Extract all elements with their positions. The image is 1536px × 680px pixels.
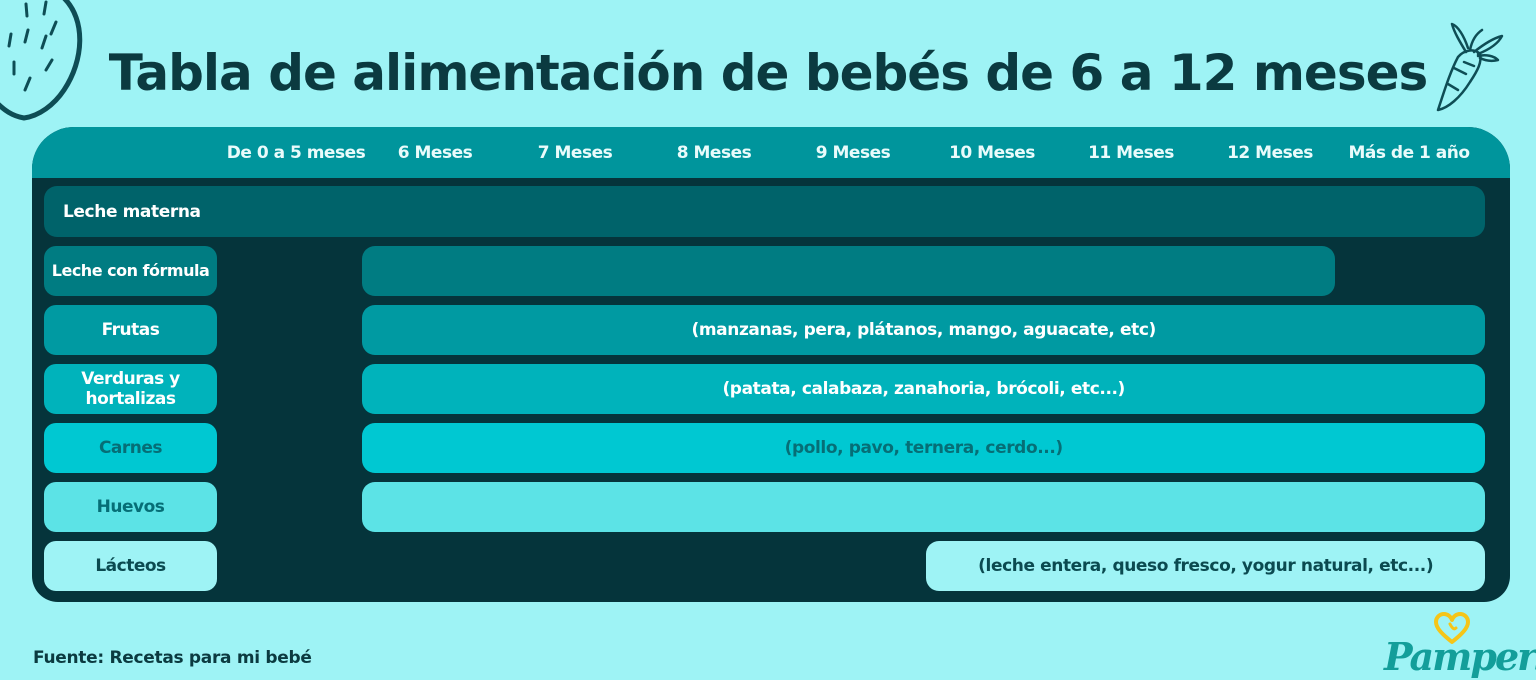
bar-leche-con-fórmula bbox=[362, 246, 1335, 296]
bar-lácteos: (leche entera, queso fresco, yogur natur… bbox=[926, 541, 1485, 591]
row-label: Leche con fórmula bbox=[44, 246, 217, 296]
column-header: 9 Meses bbox=[815, 143, 891, 163]
bar-note: (patata, calabaza, zanahoria, brócoli, e… bbox=[722, 379, 1125, 399]
column-header: 12 Meses bbox=[1227, 143, 1313, 163]
logo-text: Pampers bbox=[1384, 634, 1536, 679]
bar-note: (pollo, pavo, ternera, cerdo...) bbox=[784, 438, 1064, 458]
row-label: Leche materna bbox=[63, 201, 201, 222]
bar-leche-materna: Leche materna bbox=[44, 186, 1485, 237]
bar-verduras-y-hortalizas: (patata, calabaza, zanahoria, brócoli, e… bbox=[362, 364, 1485, 414]
bar-frutas: (manzanas, pera, plátanos, mango, aguaca… bbox=[362, 305, 1485, 355]
page-title: Tabla de alimentación de bebés de 6 a 12… bbox=[108, 44, 1429, 102]
row-label: Verduras y hortalizas bbox=[44, 364, 217, 414]
column-header: De 0 a 5 meses bbox=[226, 143, 366, 163]
bar-note: (leche entera, queso fresco, yogur natur… bbox=[978, 556, 1434, 576]
row-label: Frutas bbox=[44, 305, 217, 355]
pampers-logo: Pampers bbox=[1380, 612, 1536, 679]
row-label: Lácteos bbox=[44, 541, 217, 591]
column-header: 6 Meses bbox=[397, 143, 473, 163]
bar-note: (manzanas, pera, plátanos, mango, aguaca… bbox=[691, 320, 1156, 340]
column-header: 8 Meses bbox=[676, 143, 752, 163]
column-header: 11 Meses bbox=[1088, 143, 1174, 163]
row-label: Carnes bbox=[44, 423, 217, 473]
bar-huevos bbox=[362, 482, 1485, 532]
column-header: 7 Meses bbox=[537, 143, 613, 163]
column-header: 10 Meses bbox=[949, 143, 1035, 163]
column-header: Más de 1 año bbox=[1348, 143, 1470, 163]
feeding-table: De 0 a 5 meses 6 Meses 7 Meses 8 Meses 9 Mes… bbox=[32, 127, 1510, 602]
source-note: Fuente: Recetas para mi bebé bbox=[33, 648, 312, 668]
bar-carnes: (pollo, pavo, ternera, cerdo...) bbox=[362, 423, 1485, 473]
row-label: Huevos bbox=[44, 482, 217, 532]
